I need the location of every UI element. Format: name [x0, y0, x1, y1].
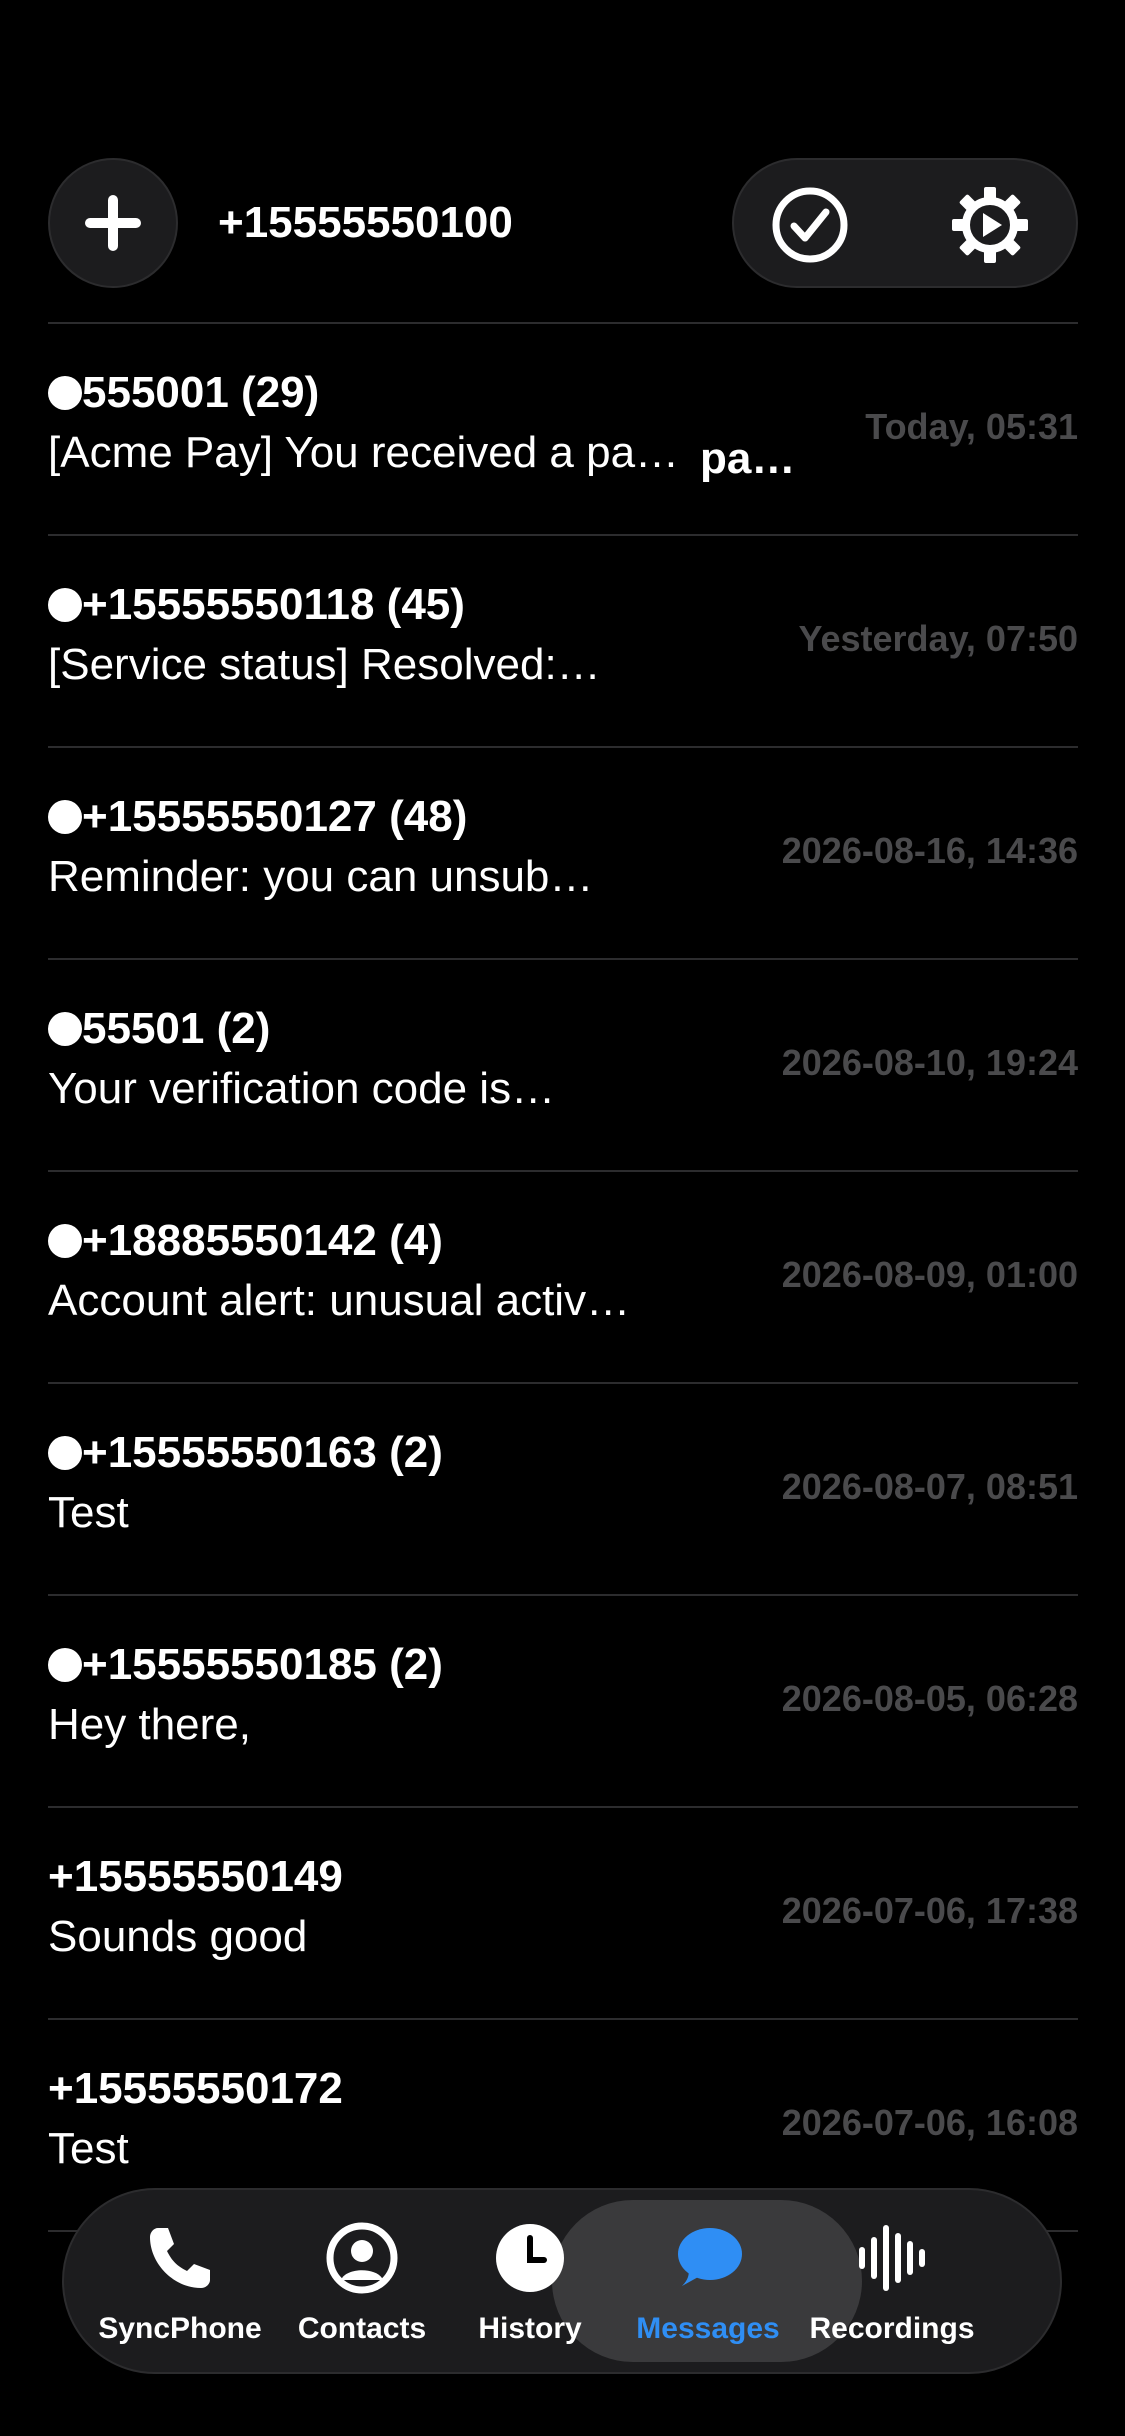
- tab-label: History: [478, 2312, 582, 2345]
- message-bubble-icon: [678, 2228, 742, 2286]
- conversation-row[interactable]: +15555550149 Sounds good 2026-07-06, 17:…: [48, 1808, 1078, 2020]
- tab-recordings[interactable]: Recordings: [802, 2208, 982, 2358]
- conversation-title: 55501 (2): [48, 1004, 270, 1054]
- conversation-title: +15555550185 (2): [48, 1640, 443, 1690]
- preview-overflow-text: pa…: [700, 434, 796, 483]
- conversation-preview: [Service status] Resolved:…: [48, 640, 601, 689]
- conversation-title: +15555550172: [48, 2064, 343, 2114]
- conversation-list: 555001 (29) [Acme Pay] You received a pa…: [48, 324, 1078, 2232]
- conversation-title-text: +15555550149: [48, 1852, 343, 1901]
- gear-icon[interactable]: [950, 185, 1030, 265]
- conversation-preview: Your verification code is…: [48, 1064, 556, 1113]
- conversation-title-text: +15555550127 (48): [82, 792, 468, 841]
- conversation-preview: Account alert: unusual activ…: [48, 1276, 631, 1325]
- conversation-row[interactable]: +15555550127 (48) Reminder: you can unsu…: [48, 748, 1078, 960]
- tab-messages[interactable]: Messages: [618, 2208, 798, 2358]
- conversation-title: +18885550142 (4): [48, 1216, 443, 1266]
- conversation-title-text: 555001 (29): [82, 368, 320, 417]
- unread-dot: [48, 376, 82, 410]
- conversation-row[interactable]: +18885550142 (4) Account alert: unusual …: [48, 1172, 1078, 1384]
- conversation-row[interactable]: 55501 (2) Your verification code is… 202…: [48, 960, 1078, 1172]
- conversation-preview: Hey there,: [48, 1700, 251, 1749]
- unread-dot: [48, 1436, 82, 1470]
- person-circle-icon: [326, 2222, 398, 2294]
- conversation-title-text: +15555550163 (2): [82, 1428, 443, 1477]
- conversation-preview: [Acme Pay] You received a pa…: [48, 428, 680, 477]
- waveform-icon: [859, 2225, 925, 2291]
- conversation-time: Yesterday, 07:50: [798, 618, 1078, 659]
- tab-label: Recordings: [809, 2312, 975, 2345]
- conversation-title-text: +15555550118 (45): [82, 580, 465, 629]
- plus-icon: [85, 195, 141, 251]
- add-button[interactable]: [48, 158, 178, 288]
- checkmark-circle-icon[interactable]: [770, 185, 850, 265]
- conversation-time: 2026-08-05, 06:28: [781, 1678, 1078, 1719]
- conversation-title-text: +15555550172: [48, 2064, 343, 2113]
- tab-syncphone[interactable]: SyncPhone: [90, 2208, 270, 2358]
- unread-dot: [48, 1224, 82, 1258]
- conversation-title: +15555550127 (48): [48, 792, 467, 842]
- conversation-preview: Sounds good: [48, 1912, 308, 1961]
- conversation-row[interactable]: 555001 (29) [Acme Pay] You received a pa…: [48, 324, 1078, 536]
- conversation-row[interactable]: +15555550118 (45) [Service status] Resol…: [48, 536, 1078, 748]
- unread-dot: [48, 800, 82, 834]
- unread-dot: [48, 588, 82, 622]
- phone-icon: [150, 2228, 210, 2288]
- tab-label: Messages: [636, 2312, 780, 2345]
- conversation-title: +15555550118 (45): [48, 580, 465, 630]
- tab-label: Contacts: [297, 2312, 427, 2345]
- conversation-title: 555001 (29): [48, 368, 319, 418]
- tab-bar: SyncPhone Contacts History Messages Reco…: [62, 2188, 1062, 2374]
- conversation-preview: Test: [48, 1488, 129, 1537]
- tab-label: SyncPhone: [98, 2312, 262, 2345]
- conversation-title-text: +18885550142 (4): [82, 1216, 443, 1265]
- conversation-row[interactable]: +15555550163 (2) Test 2026-08-07, 08:51: [48, 1384, 1078, 1596]
- conversation-time: 2026-08-10, 19:24: [781, 1042, 1078, 1083]
- conversation-time: 2026-07-06, 16:08: [781, 2102, 1078, 2143]
- conversation-time: Today, 05:31: [865, 406, 1078, 447]
- header: +15555550100: [48, 158, 1078, 288]
- conversation-title-text: +15555550185 (2): [82, 1640, 443, 1689]
- clock-icon: [496, 2224, 564, 2292]
- header-actions: [732, 158, 1078, 288]
- tab-contacts[interactable]: Contacts: [272, 2208, 452, 2358]
- unread-dot: [48, 1012, 82, 1046]
- conversation-title: +15555550149: [48, 1852, 343, 1902]
- conversation-preview: Test: [48, 2124, 129, 2173]
- conversation-time: 2026-08-16, 14:36: [781, 830, 1078, 871]
- conversation-preview: Reminder: you can unsub…: [48, 852, 594, 901]
- conversation-time: 2026-08-07, 08:51: [781, 1466, 1078, 1507]
- conversation-time: 2026-07-06, 17:38: [781, 1890, 1078, 1931]
- own-phone-number: +15555550100: [218, 198, 513, 247]
- conversation-title: +15555550163 (2): [48, 1428, 443, 1478]
- tab-history[interactable]: History: [440, 2208, 620, 2358]
- conversation-row[interactable]: +15555550185 (2) Hey there, 2026-08-05, …: [48, 1596, 1078, 1808]
- conversation-time: 2026-08-09, 01:00: [781, 1254, 1078, 1295]
- unread-dot: [48, 1648, 82, 1682]
- conversation-title-text: 55501 (2): [82, 1004, 271, 1053]
